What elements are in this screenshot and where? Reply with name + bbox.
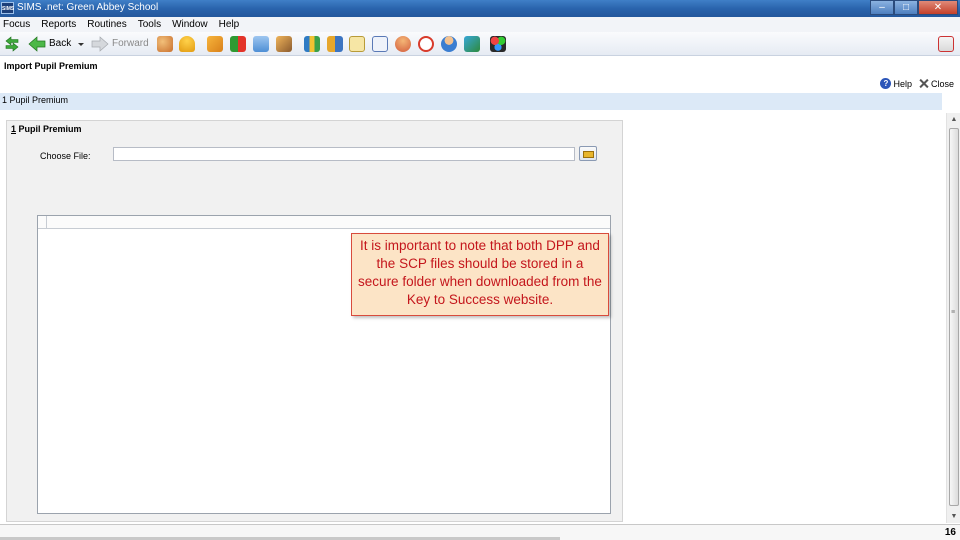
close-icon [918,78,929,89]
browse-file-button[interactable] [579,146,597,161]
exit-icon [938,35,954,52]
clock-icon [418,35,434,52]
panel-heading: 1 Pupil Premium [11,124,82,134]
toolbar-button-edit[interactable] [372,35,388,52]
refresh-arrows-icon [5,35,19,52]
help-icon: ? [880,78,892,89]
section-navigation: 1 Pupil Premium [0,93,942,110]
toolbar-button-people[interactable] [157,35,173,52]
menu-routines[interactable]: Routines [84,19,130,30]
refresh-button[interactable] [4,35,20,52]
menu-bar: Focus Reports Routines Tools Window Help [0,17,960,32]
window-title: SIMS .net: Green Abbey School [17,2,159,13]
grid-header [38,216,610,229]
open-folder-icon [583,151,594,158]
toolbar-button-swap[interactable] [464,35,480,52]
panel-heading-text: Pupil Premium [16,124,82,134]
menu-help[interactable]: Help [216,19,244,30]
toolbar-button-envelope[interactable] [253,35,269,52]
toolbar: Back Forward [0,32,960,56]
dropdown-arrow-icon [78,42,84,46]
window-controls: – □ ✕ [870,0,958,16]
exit-button[interactable] [938,35,954,52]
flag-icon [230,35,246,52]
help-link[interactable]: Help [893,79,912,89]
forward-button[interactable]: Forward [91,35,149,52]
group-icon [395,35,411,52]
minimize-button[interactable]: – [870,0,894,15]
toolbar-button-person-search[interactable] [179,35,195,52]
menu-focus[interactable]: Focus [0,19,34,30]
scroll-down-icon[interactable]: ▼ [947,510,960,523]
menu-reports[interactable]: Reports [38,19,80,30]
close-window-button[interactable]: ✕ [918,0,958,15]
people-icon [157,35,173,52]
map-icon [304,35,320,52]
scroll-up-icon[interactable]: ▲ [947,113,960,126]
back-button[interactable]: Back [28,35,71,52]
menu-tools[interactable]: Tools [135,19,165,30]
edit-icon [372,35,388,52]
page-title: Import Pupil Premium [4,61,98,71]
section-link-pupil-premium[interactable]: 1 Pupil Premium [2,95,68,105]
puzzle-icon [276,35,292,52]
document-icon [349,35,365,52]
apps-icon [490,35,506,52]
book-icon [207,35,223,52]
toolbar-button-group[interactable] [395,35,411,52]
vertical-scrollbar[interactable]: ▲ ≡ ▼ [946,113,960,523]
toolbar-button-puzzle[interactable] [276,35,292,52]
help-close-bar: ? Help Close [880,78,954,89]
choose-file-label: Choose File: [40,151,91,161]
toolbar-button-chart[interactable] [327,35,343,52]
back-history-dropdown[interactable] [77,35,85,52]
close-link[interactable]: Close [931,79,954,89]
toolbar-button-user[interactable] [441,35,457,52]
forward-arrow-icon [91,35,109,52]
toolbar-button-book[interactable] [207,35,223,52]
grip-icon: ≡ [951,309,956,316]
chart-icon [327,35,343,52]
forward-label: Forward [112,38,149,49]
toolbar-button-map[interactable] [304,35,320,52]
annotation-callout: It is important to note that both DPP an… [351,233,609,316]
file-path-field[interactable] [113,147,575,161]
toolbar-button-clock[interactable] [418,35,434,52]
toolbar-button-flag[interactable] [230,35,246,52]
toolbar-button-apps[interactable] [490,35,506,52]
pupil-premium-panel: 1 Pupil Premium Choose File: [6,120,623,522]
maximize-button[interactable]: □ [894,0,918,15]
sims-logo-icon: SIMS [1,2,14,14]
status-bar: 16 [0,524,960,540]
slide-page-number: 16 [944,527,956,538]
envelope-icon [253,35,269,52]
back-arrow-icon [28,35,46,52]
scroll-thumb[interactable]: ≡ [949,128,959,506]
menu-window[interactable]: Window [169,19,212,30]
back-label: Back [49,38,72,49]
swap-icon [464,35,480,52]
toolbar-button-document[interactable] [349,35,365,52]
title-bar: SIMS SIMS .net: Green Abbey School – □ ✕ [0,0,960,17]
user-icon [441,35,457,52]
person-search-icon [179,35,195,52]
